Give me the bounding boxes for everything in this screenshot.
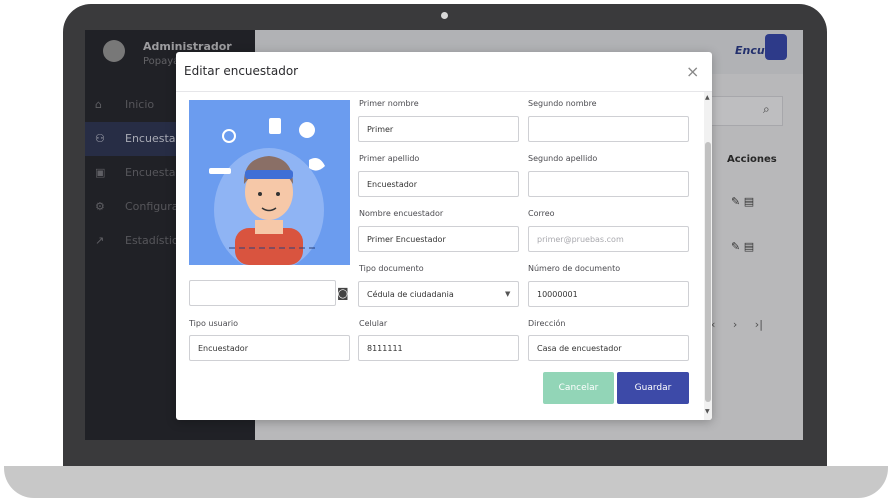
tipo-documento-select[interactable]: Cédula de ciudadania ▼ <box>358 281 519 307</box>
close-icon[interactable]: × <box>686 62 699 81</box>
dialog-scrollbar[interactable]: ▲ ▼ <box>704 92 712 420</box>
label-tipo-documento: Tipo documento <box>359 264 424 273</box>
label-direccion: Dirección <box>528 319 566 328</box>
cancel-button[interactable]: Cancelar <box>543 372 614 404</box>
segundo-apellido-field[interactable] <box>528 171 689 197</box>
celular-field[interactable] <box>358 335 519 361</box>
label-celular: Celular <box>359 319 388 328</box>
webcam-dot <box>441 12 448 19</box>
nombre-encuestador-field[interactable] <box>358 226 519 252</box>
label-nombre-encuestador: Nombre encuestador <box>359 209 444 218</box>
label-primer-apellido: Primer apellido <box>359 154 420 163</box>
avatar-illustration <box>209 118 325 265</box>
profile-photo <box>189 100 350 265</box>
camera-icon[interactable]: ◙ <box>337 286 349 300</box>
scroll-down-icon[interactable]: ▼ <box>705 408 710 415</box>
select-value: Cédula de ciudadania <box>367 290 454 299</box>
label-numero-documento: Número de documento <box>528 264 621 273</box>
email-field[interactable] <box>528 226 689 252</box>
primer-nombre-field[interactable] <box>358 116 519 142</box>
numero-documento-field[interactable] <box>528 281 689 307</box>
label-segundo-apellido: Segundo apellido <box>528 154 598 163</box>
label-tipo-usuario: Tipo usuario <box>189 319 238 328</box>
scroll-up-icon[interactable]: ▲ <box>705 94 710 101</box>
caret-down-icon: ▼ <box>505 290 511 298</box>
direccion-field[interactable] <box>528 335 689 361</box>
tipo-usuario-field[interactable] <box>189 335 350 361</box>
dialog-title: Editar encuestador <box>184 64 299 78</box>
label-primer-nombre: Primer nombre <box>359 99 419 108</box>
label-segundo-nombre: Segundo nombre <box>528 99 597 108</box>
edit-surveyor-dialog: Editar encuestador × ◙ Primer nombre Seg… <box>176 52 712 420</box>
dialog-header: Editar encuestador × <box>176 52 712 92</box>
primer-apellido-field[interactable] <box>358 171 519 197</box>
laptop-base <box>4 466 888 498</box>
save-button[interactable]: Guardar <box>617 372 689 404</box>
photo-filename-input[interactable] <box>189 280 336 306</box>
label-correo: Correo <box>528 209 555 218</box>
segundo-nombre-field[interactable] <box>528 116 689 142</box>
scrollbar-thumb[interactable] <box>705 142 711 402</box>
